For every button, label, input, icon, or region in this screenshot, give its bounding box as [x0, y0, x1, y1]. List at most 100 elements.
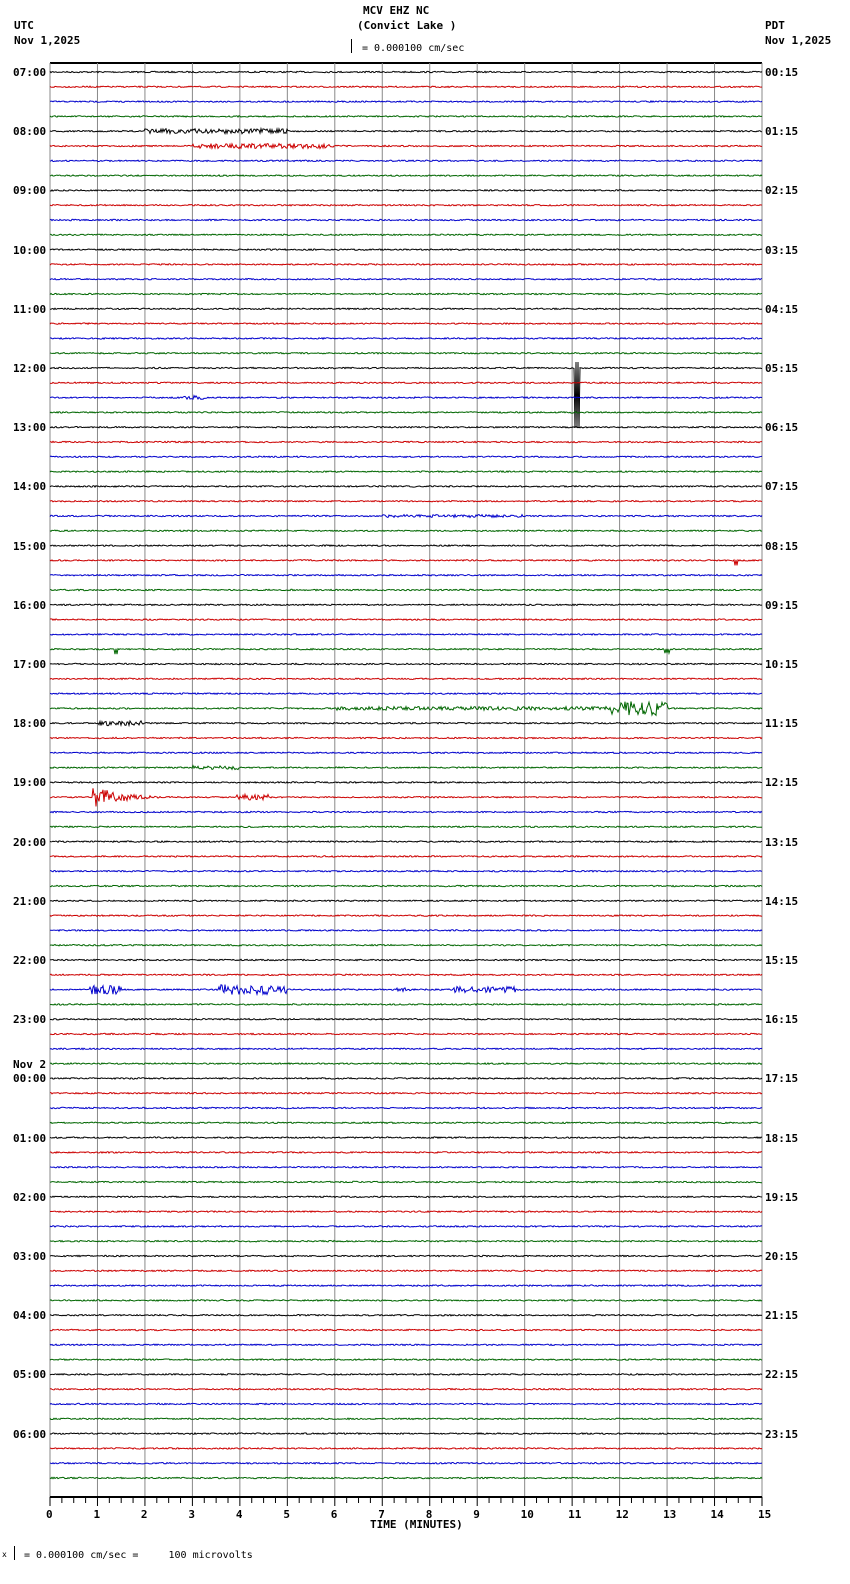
left-hour-label: 23:00	[13, 1013, 47, 1027]
trace-line	[49, 1402, 763, 1406]
x-tick-label: 11	[568, 1508, 582, 1521]
x-tick-label: 1	[93, 1508, 101, 1521]
trace-line	[50, 1076, 763, 1080]
left-hour-label: 14:00	[13, 480, 47, 494]
trace-line	[50, 440, 763, 444]
trace-line	[49, 85, 763, 89]
footer-scale-bar-icon	[14, 1546, 15, 1560]
trace-line	[49, 159, 763, 163]
trace-line	[49, 558, 763, 566]
trace-line	[49, 884, 763, 888]
right-hour-label: 19:15	[765, 1190, 799, 1204]
trace-line	[49, 1002, 763, 1006]
right-hour-label: 12:15	[765, 776, 799, 790]
left-hour-label: 06:00	[13, 1427, 47, 1441]
trace-line	[49, 381, 763, 385]
x-tick-label: 13	[663, 1508, 677, 1521]
helicorder: MCV EHZ NC (Convict Lake ) UTC Nov 1,202…	[0, 0, 850, 1584]
x-tick-label: 0	[46, 1508, 53, 1521]
trace-line	[49, 1224, 763, 1228]
trace-line	[49, 425, 763, 429]
trace-line	[49, 1313, 763, 1317]
trace-line	[49, 1343, 763, 1347]
right-hour-label: 21:15	[765, 1309, 799, 1323]
x-tick-label: 2	[140, 1508, 148, 1521]
left-hour-label: 08:00	[13, 125, 47, 139]
trace-line	[49, 677, 763, 681]
trace-line	[49, 529, 763, 533]
x-axis-label: TIME (MINUTES)	[370, 1518, 463, 1531]
trace-line	[49, 825, 763, 829]
trace-line	[49, 573, 763, 577]
left-hour-label: 04:00	[13, 1309, 47, 1323]
trace-line	[49, 984, 763, 997]
right-hour-label: 10:15	[765, 658, 799, 671]
trace-line	[49, 544, 763, 547]
right-hour-label: 08:15	[765, 539, 799, 553]
right-hour-label: 14:15	[765, 894, 799, 908]
trace-line	[49, 1372, 763, 1376]
right-hour-label: 06:15	[765, 421, 799, 435]
right-hour-label: 09:15	[765, 598, 799, 612]
left-hour-label: 03:00	[13, 1250, 47, 1263]
left-hour-label: 07:00	[13, 66, 47, 79]
left-hour-label: 10:00	[13, 243, 47, 257]
seismogram-plot	[49, 62, 763, 1506]
trace-line	[49, 1136, 763, 1140]
trace-line	[49, 410, 763, 414]
trace-line	[50, 1180, 762, 1184]
x-tick-label: 15	[758, 1508, 772, 1521]
trace-line	[49, 780, 763, 784]
trace-line	[49, 618, 763, 622]
trace-line	[49, 361, 763, 429]
trace-line	[49, 973, 763, 977]
trace-line	[50, 100, 763, 104]
trace-line	[49, 764, 763, 771]
trace-line	[49, 692, 763, 696]
right-hour-label: 04:15	[765, 302, 799, 316]
left-hour-label: 11:00	[13, 302, 47, 316]
trace-line	[49, 470, 762, 474]
right-hour-label: 15:15	[765, 954, 799, 967]
trace-line	[49, 188, 762, 192]
trace-line	[50, 588, 763, 592]
left-hour-label: 20:00	[13, 835, 47, 849]
left-hour-label: 17:00	[13, 658, 47, 671]
trace-line	[49, 1047, 763, 1051]
trace-line	[49, 632, 763, 636]
trace-line	[49, 1254, 763, 1258]
left-hour-label: 21:00	[13, 894, 47, 908]
trace-line	[49, 351, 763, 355]
left-hour-label: 12:00	[13, 362, 47, 375]
left-hour-label: 13:00	[13, 421, 47, 435]
trace-line	[49, 1062, 763, 1066]
left-hour-label: 02:00	[13, 1190, 47, 1204]
trace-line	[49, 455, 763, 459]
trace-line	[49, 700, 763, 717]
left-hour-label: 19:00	[13, 776, 47, 790]
x-tick-label: 9	[473, 1508, 480, 1521]
x-tick-label: 6	[330, 1508, 338, 1521]
right-hour-label: 07:15	[765, 480, 799, 494]
left-hour-label: 05:00	[13, 1368, 47, 1382]
trace-line	[49, 1328, 763, 1332]
trace-line	[49, 810, 763, 814]
trace-line	[49, 484, 763, 488]
trace-line	[49, 958, 763, 962]
trace-line	[49, 1121, 763, 1125]
trace-line	[49, 126, 763, 136]
trace-line	[49, 1210, 763, 1214]
trace-line	[49, 1387, 763, 1391]
trace-line	[49, 1150, 763, 1154]
trace-line	[49, 277, 763, 281]
trace-line	[50, 928, 763, 932]
trace-line	[50, 788, 763, 807]
trace-line	[49, 218, 763, 222]
trace-line	[49, 336, 763, 340]
trace-line	[49, 1106, 763, 1110]
trace-line	[49, 203, 763, 207]
x-tick-label: 12	[615, 1508, 629, 1521]
trace-line	[49, 1432, 763, 1436]
trace-line	[49, 1195, 763, 1199]
trace-line	[49, 840, 763, 844]
